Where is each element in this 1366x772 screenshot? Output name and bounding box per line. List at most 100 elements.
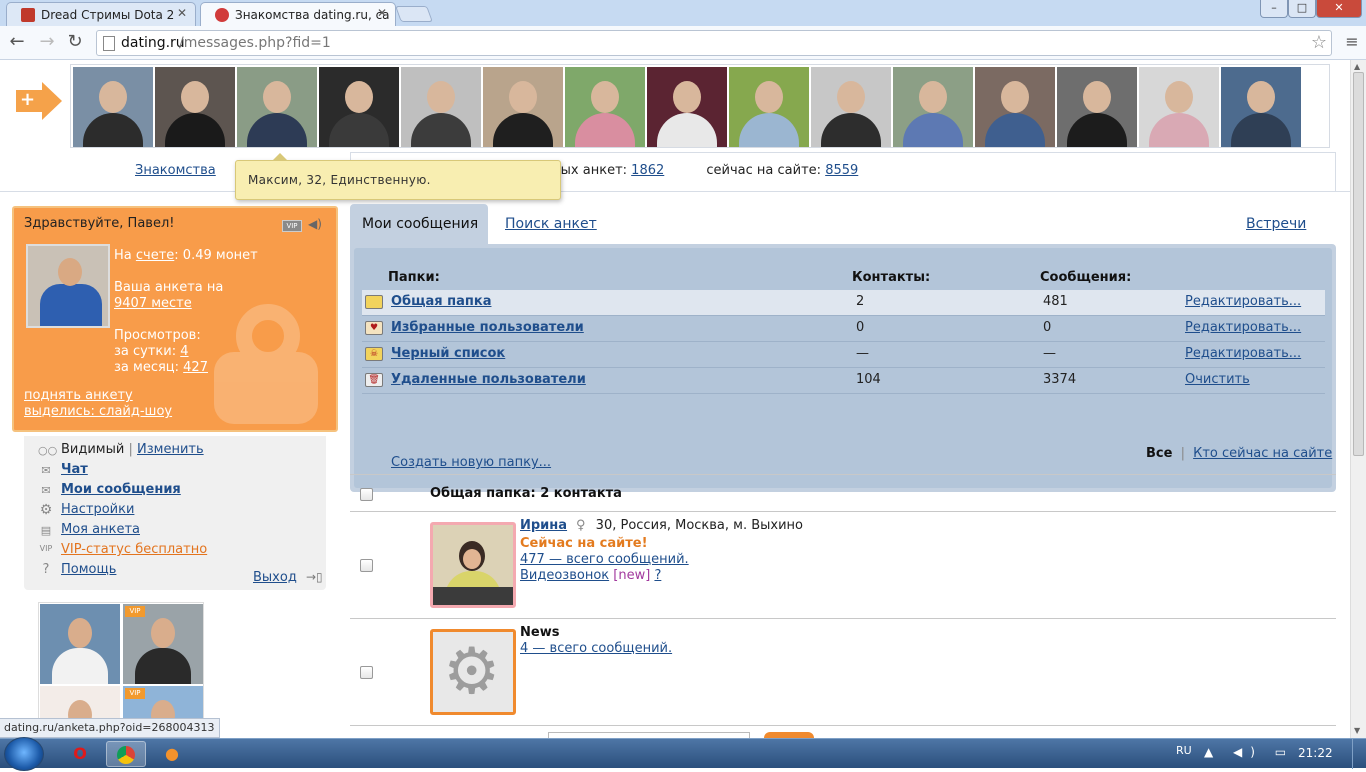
sidebar-item-chat[interactable]: ✉ Чат <box>38 462 322 482</box>
language-indicator[interactable]: RU <box>1176 744 1192 757</box>
tab-my-messages[interactable]: Мои сообщения <box>350 204 488 246</box>
address-bar[interactable]: dating.ru /messages.php?fid=1 ☆ <box>96 30 1332 56</box>
raise-profile-link[interactable]: поднять анкету <box>24 388 133 403</box>
strip-photo[interactable] <box>73 67 153 147</box>
new-profiles-count[interactable]: 1862 <box>631 163 664 178</box>
logout-icon[interactable]: →▯ <box>306 570 323 584</box>
strip-photo[interactable] <box>1221 67 1301 147</box>
strip-photo[interactable] <box>237 67 317 147</box>
folder-action-link[interactable]: Редактировать... <box>1185 320 1301 335</box>
rank-link[interactable]: 9407 месте <box>114 296 192 311</box>
avatar[interactable] <box>26 244 110 328</box>
sidebar-item-my-profile[interactable]: ▤ Моя анкета <box>38 522 322 542</box>
sidebar-item-help[interactable]: ? Помощь <box>38 562 238 582</box>
sidebar-item-messages[interactable]: ✉ Мои сообщения <box>38 482 322 502</box>
contact-checkbox[interactable] <box>360 559 373 572</box>
close-tab-icon[interactable]: ✕ <box>177 6 187 20</box>
start-button[interactable] <box>4 737 44 771</box>
strip-photo[interactable] <box>1139 67 1219 147</box>
chrome-icon[interactable] <box>106 741 146 767</box>
contact-photo[interactable]: ⚙ <box>430 629 516 715</box>
views-month-label: за месяц: <box>114 360 180 375</box>
strip-photo[interactable] <box>893 67 973 147</box>
balance-value: : 0.49 монет <box>174 248 258 263</box>
grid-photo[interactable] <box>40 604 120 684</box>
sidebar-item-label[interactable]: VIP-статус бесплатно <box>61 542 207 557</box>
scrollbar-thumb[interactable] <box>1353 72 1364 456</box>
strip-photo[interactable] <box>811 67 891 147</box>
message-count-link[interactable]: 477 — всего сообщений. <box>520 552 689 567</box>
strip-photo[interactable] <box>565 67 645 147</box>
tab-dating[interactable]: Знакомства dating.ru, са ✕ <box>200 2 396 26</box>
grid-photo[interactable]: VIP <box>123 604 203 684</box>
sound-icon[interactable]: ◀) <box>308 217 322 231</box>
contact-name[interactable]: Ирина <box>520 518 567 533</box>
folder-row: ♥ Избранные пользователи 0 0 Редактировать..… <box>362 316 1325 342</box>
contact-name[interactable]: News <box>520 625 559 640</box>
new-tab-button[interactable] <box>395 6 433 22</box>
strip-photo[interactable] <box>483 67 563 147</box>
strip-photo[interactable] <box>729 67 809 147</box>
close-window-button[interactable]: ✕ <box>1316 0 1362 18</box>
tab-meetings[interactable]: Встречи <box>1246 216 1306 232</box>
vertical-scrollbar[interactable]: ▲ ▼ <box>1350 60 1366 738</box>
show-desktop-button[interactable] <box>1352 739 1366 769</box>
sidebar-item-label[interactable]: Помощь <box>61 562 116 577</box>
sidebar-item-settings[interactable]: ⚙ Настройки <box>38 502 322 522</box>
folder-action-link[interactable]: Очистить <box>1185 372 1250 387</box>
filter-online-link[interactable]: Кто сейчас на сайте <box>1193 446 1332 461</box>
message-count-link[interactable]: 4 — всего сообщений. <box>520 641 672 656</box>
folder-name-link[interactable]: Удаленные пользователи <box>391 372 586 387</box>
folder-name-link[interactable]: Общая папка <box>391 294 491 309</box>
strip-photo[interactable] <box>647 67 727 147</box>
filter-all[interactable]: Все <box>1146 446 1172 461</box>
contact-details: 30, Россия, Москва, м. Выхино <box>595 518 804 533</box>
close-tab-icon[interactable]: ✕ <box>377 6 387 20</box>
views-month-link[interactable]: 427 <box>183 360 208 375</box>
select-all-checkbox[interactable] <box>360 488 373 501</box>
minimize-button[interactable]: – <box>1260 0 1288 18</box>
folder-name-link[interactable]: Избранные пользователи <box>391 320 584 335</box>
balance-link[interactable]: счете <box>136 248 174 263</box>
views-day-link[interactable]: 4 <box>180 344 188 359</box>
forward-arrow-icon[interactable]: → <box>36 32 58 54</box>
strip-photo[interactable] <box>401 67 481 147</box>
video-call-link[interactable]: Видеозвонок <box>520 568 609 583</box>
strip-photo[interactable] <box>319 67 399 147</box>
opera-icon[interactable]: O <box>60 741 100 767</box>
sidebar-item-label[interactable]: Моя анкета <box>61 522 140 537</box>
maximize-button[interactable]: □ <box>1288 0 1316 18</box>
back-arrow-icon[interactable]: ← <box>6 32 28 54</box>
firefox-icon[interactable]: ● <box>152 741 192 767</box>
folder-name-link[interactable]: Черный список <box>391 346 505 361</box>
vip-badge-icon[interactable]: VIP <box>282 220 302 232</box>
sidebar-item-label[interactable]: Чат <box>61 462 88 477</box>
contact-photo[interactable] <box>430 522 516 608</box>
online-count[interactable]: 8559 <box>825 163 858 178</box>
nav-link-dating[interactable]: Знакомства <box>135 163 216 178</box>
tab-dread-streams[interactable]: Dread Стримы Dota 2 ✕ <box>6 2 196 26</box>
sidebar-item-label[interactable]: Настройки <box>61 502 134 517</box>
slideshow-link[interactable]: выделись: слайд-шоу <box>24 404 172 419</box>
wrench-menu-icon[interactable]: ≡ <box>1342 32 1362 51</box>
video-help-link[interactable]: ? <box>654 568 661 583</box>
contact-checkbox[interactable] <box>360 666 373 679</box>
sidebar-item-vip[interactable]: VIP VIP-статус бесплатно <box>38 542 322 562</box>
scroll-up-icon[interactable]: ▲ <box>1354 62 1360 71</box>
tab-search-profiles[interactable]: Поиск анкет <box>505 216 597 232</box>
scroll-down-icon[interactable]: ▼ <box>1354 726 1360 735</box>
add-to-strip-icon[interactable]: + <box>16 82 62 120</box>
folder-action-link[interactable]: Редактировать... <box>1185 346 1301 361</box>
reload-icon[interactable]: ↻ <box>64 32 86 54</box>
change-visibility-link[interactable]: Изменить <box>137 442 204 457</box>
folder-action-link[interactable]: Редактировать... <box>1185 294 1301 309</box>
bookmark-star-icon[interactable]: ☆ <box>1311 32 1327 53</box>
strip-photo[interactable] <box>975 67 1055 147</box>
clock[interactable]: 21:22 <box>1298 746 1333 760</box>
sidebar-item-label[interactable]: Мои сообщения <box>61 482 181 497</box>
create-folder-link[interactable]: Создать новую папку... <box>391 455 551 470</box>
strip-photo[interactable] <box>1057 67 1137 147</box>
strip-photo[interactable] <box>155 67 235 147</box>
system-tray[interactable]: ▲ ◀) ▭ <box>1204 745 1294 759</box>
logout-link[interactable]: Выход <box>253 570 297 585</box>
